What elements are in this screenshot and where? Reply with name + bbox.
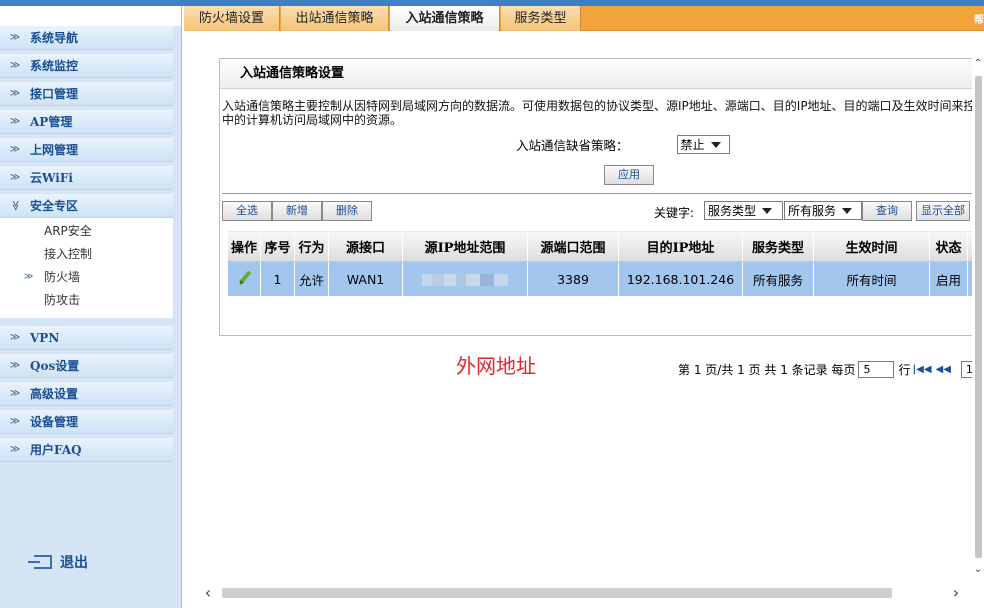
edit-pencil-icon[interactable] bbox=[236, 270, 252, 286]
sidebar-item-system-nav[interactable]: ≫ 系统导航 bbox=[0, 26, 173, 50]
query-button[interactable]: 查询 bbox=[862, 201, 912, 221]
chevron-right-icon: ≫ bbox=[9, 388, 21, 399]
cell-service: 所有服务 bbox=[742, 261, 814, 297]
panel-title: 入站通信策略设置 bbox=[220, 59, 984, 89]
sidebar-item-cloud-wifi[interactable]: ≫ 云WiFi bbox=[0, 166, 173, 190]
column-header[interactable]: 源接口 bbox=[328, 230, 403, 262]
cell-src-port: 3389 bbox=[527, 261, 619, 297]
tab-inbound-policy[interactable]: 入站通信策略 bbox=[390, 6, 500, 31]
cell-action: 允许 bbox=[294, 261, 329, 297]
pager-info: 第 1 页/共 1 页 共 1 条记录 每页 bbox=[678, 362, 856, 377]
show-all-button[interactable]: 显示全部 bbox=[916, 201, 970, 221]
table-header-row: 操作 序号 行为 源接口 源IP地址范围 源端口范围 目的IP地址 服务类型 生… bbox=[227, 230, 984, 262]
chevron-down-icon bbox=[762, 207, 773, 214]
first-page-icon[interactable]: |◀◀ bbox=[912, 364, 931, 375]
prev-page-icon[interactable]: ◀◀ bbox=[936, 364, 951, 375]
cell-index: 1 bbox=[260, 261, 295, 297]
table-toolbar: 全选 新增 删除 关键字: 服务类型 所有服务 查询 显示全部 bbox=[222, 201, 982, 223]
tab-firewall-settings[interactable]: 防火墙设置 bbox=[184, 6, 280, 31]
default-policy-label: 入站通信缺省策略： bbox=[516, 138, 629, 153]
sidebar-item-interface[interactable]: ≫ 接口管理 bbox=[0, 82, 173, 106]
main-content: 防火墙设置 出站通信策略 入站通信策略 服务类型 帮 入站通信策略设置 入站通信… bbox=[184, 6, 984, 608]
chevron-right-icon: ≫ bbox=[9, 444, 21, 455]
vertical-scroll-thumb[interactable] bbox=[975, 76, 982, 558]
pagination: 第 1 页/共 1 页 共 1 条记录 每页 5 行 |◀◀ ◀◀ 1 G bbox=[678, 359, 984, 379]
sidebar-item-internet[interactable]: ≫ 上网管理 bbox=[0, 138, 173, 162]
chevron-right-icon: ≫ bbox=[9, 60, 21, 71]
column-header[interactable]: 序号 bbox=[260, 230, 295, 262]
column-header[interactable]: 服务类型 bbox=[742, 230, 814, 262]
chevron-right-icon: ≫ bbox=[9, 416, 21, 427]
chevron-down-icon bbox=[842, 207, 853, 214]
chevron-right-icon: ≫ bbox=[9, 360, 21, 371]
panel-description: 入站通信策略主要控制从因特网到局域网方向的数据流。可使用数据包的协议类型、源IP… bbox=[222, 99, 976, 127]
sidebar-subitem-access-control[interactable]: 接入控制 bbox=[0, 243, 173, 266]
annotation-external-address: 外网地址 bbox=[456, 354, 536, 378]
sidebar-subitem-arp[interactable]: ARP安全 bbox=[0, 220, 173, 243]
select-all-button[interactable]: 全选 bbox=[222, 201, 272, 221]
vertical-scrollbar[interactable]: ⌃ ⌄ bbox=[972, 58, 984, 578]
cell-time: 所有时间 bbox=[813, 261, 930, 297]
scroll-right-icon[interactable]: › bbox=[948, 584, 964, 602]
scroll-left-icon[interactable]: ‹ bbox=[200, 584, 216, 602]
chevron-down-icon bbox=[710, 141, 721, 148]
sidebar-item-system-monitor[interactable]: ≫ 系统监控 bbox=[0, 54, 173, 78]
redacted-ip bbox=[422, 274, 508, 286]
column-header[interactable]: 操作 bbox=[227, 230, 261, 262]
keyword-field-select[interactable]: 服务类型 bbox=[704, 201, 783, 220]
sidebar-subitem-firewall[interactable]: ≫ 防火墙 bbox=[0, 266, 173, 289]
sidebar-item-ap[interactable]: ≫ AP管理 bbox=[0, 110, 173, 134]
default-policy-row: 入站通信缺省策略： 禁止 bbox=[516, 135, 730, 154]
sidebar-item-faq[interactable]: ≫ 用户FAQ bbox=[0, 438, 173, 462]
chevron-right-icon: ≫ bbox=[9, 144, 21, 155]
default-policy-select[interactable]: 禁止 bbox=[676, 135, 730, 154]
keyword-value-select[interactable]: 所有服务 bbox=[784, 201, 862, 220]
chevron-right-icon: ≫ bbox=[9, 332, 21, 343]
chevron-right-icon: ≫ bbox=[24, 272, 34, 282]
inbound-policy-panel: 入站通信策略设置 入站通信策略主要控制从因特网到局域网方向的数据流。可使用数据包… bbox=[219, 58, 984, 378]
column-header[interactable]: 行为 bbox=[294, 230, 329, 262]
help-link[interactable]: 帮 bbox=[974, 11, 984, 26]
tab-service-type[interactable]: 服务类型 bbox=[501, 6, 581, 31]
divider bbox=[222, 193, 982, 194]
sidebar-item-device[interactable]: ≫ 设备管理 bbox=[0, 410, 173, 434]
chevron-right-icon: ≫ bbox=[9, 116, 21, 127]
scroll-down-icon[interactable]: ⌄ bbox=[972, 564, 984, 578]
scroll-up-icon[interactable]: ⌃ bbox=[972, 58, 984, 72]
horizontal-scroll-thumb[interactable] bbox=[222, 588, 892, 598]
delete-button[interactable]: 删除 bbox=[322, 201, 372, 221]
sidebar-item-security[interactable]: ≫ 安全专区 bbox=[0, 194, 173, 218]
column-header[interactable]: 源IP地址范围 bbox=[402, 230, 528, 262]
edit-cell bbox=[227, 261, 261, 297]
sidebar-subitem-anti-attack[interactable]: 防攻击 bbox=[0, 289, 173, 312]
cell-status: 启用 bbox=[929, 261, 968, 297]
keyword-label: 关键字: bbox=[654, 206, 695, 220]
cell-src-ip bbox=[402, 261, 528, 297]
column-header[interactable]: 目的IP地址 bbox=[618, 230, 743, 262]
tab-outbound-policy[interactable]: 出站通信策略 bbox=[281, 6, 389, 31]
chevron-right-icon: ≫ bbox=[9, 172, 21, 183]
policy-table: 操作 序号 行为 源接口 源IP地址范围 源端口范围 目的IP地址 服务类型 生… bbox=[227, 230, 984, 297]
sidebar-item-advanced[interactable]: ≫ 高级设置 bbox=[0, 382, 173, 406]
security-submenu: ARP安全 接入控制 ≫ 防火墙 防攻击 bbox=[0, 218, 173, 318]
apply-button[interactable]: 应用 bbox=[604, 165, 654, 185]
per-page-input[interactable]: 5 bbox=[858, 360, 895, 378]
logout-button[interactable]: 退出 bbox=[28, 552, 88, 572]
column-header[interactable]: 状态 bbox=[929, 230, 968, 262]
horizontal-scrollbar[interactable]: ‹ › bbox=[200, 584, 984, 602]
column-header[interactable]: 生效时间 bbox=[813, 230, 930, 262]
column-header[interactable]: 源端口范围 bbox=[527, 230, 619, 262]
cell-src-interface: WAN1 bbox=[328, 261, 403, 297]
table-row[interactable]: 1 允许 WAN1 3389 192.168.101.246 所有服务 所有时间… bbox=[227, 261, 984, 297]
logout-icon bbox=[28, 555, 52, 569]
cell-dst-ip: 192.168.101.246 bbox=[618, 261, 743, 297]
chevron-down-icon: ≫ bbox=[9, 200, 21, 211]
sidebar: ≫ 系统导航 ≫ 系统监控 ≫ 接口管理 ≫ AP管理 ≫ 上网管理 ≫ 云WiFi ≫ 安全… bbox=[0, 6, 182, 608]
tab-bar: 防火墙设置 出站通信策略 入站通信策略 服务类型 帮 bbox=[184, 6, 984, 31]
add-button[interactable]: 新增 bbox=[272, 201, 322, 221]
sidebar-item-qos[interactable]: ≫ Qos设置 bbox=[0, 354, 173, 378]
chevron-right-icon: ≫ bbox=[9, 32, 21, 43]
chevron-right-icon: ≫ bbox=[9, 88, 21, 99]
sidebar-item-vpn[interactable]: ≫ VPN bbox=[0, 326, 173, 350]
